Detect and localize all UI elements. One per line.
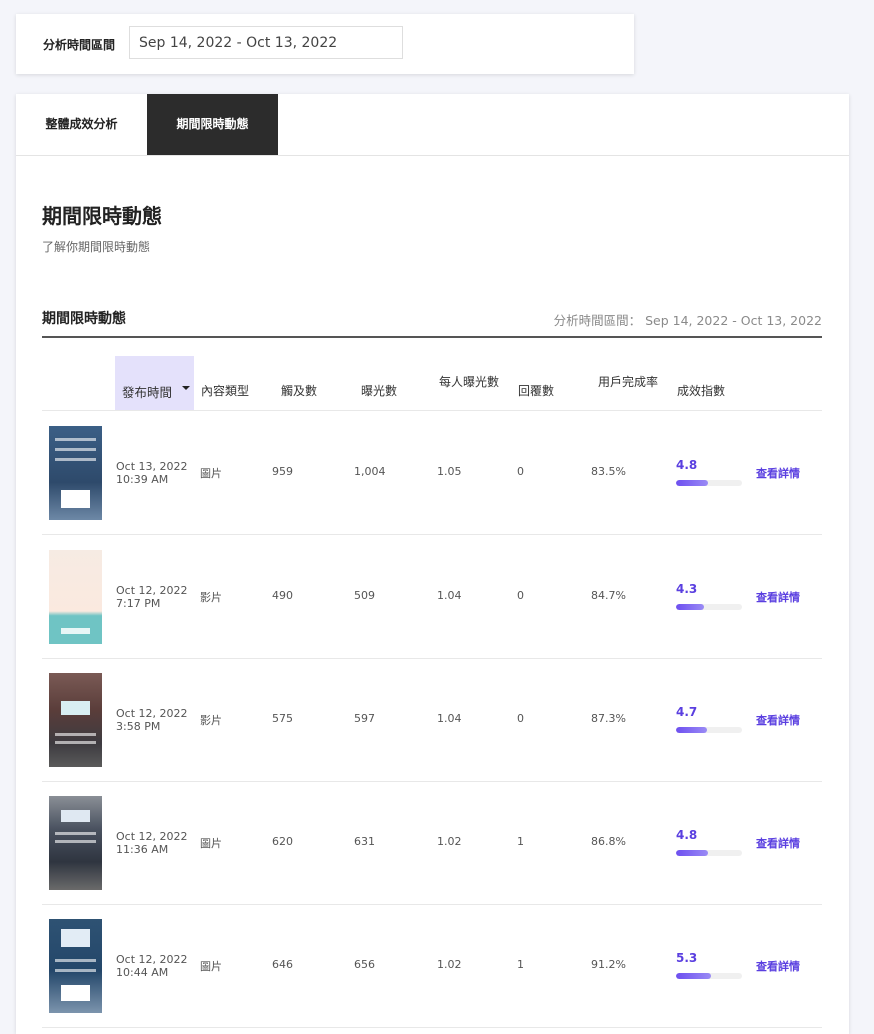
replies-value: 1 [517,835,524,848]
tab-overall-performance[interactable]: 整體成效分析 [16,94,147,155]
completion-value: 91.2% [591,958,626,971]
impressions-value: 631 [354,835,375,848]
per-person-value: 1.02 [437,835,462,848]
score-bar [676,850,742,856]
impressions-value: 1,004 [354,465,386,478]
story-thumbnail[interactable] [49,550,102,644]
impressions-value: 597 [354,712,375,725]
story-thumbnail[interactable] [49,919,102,1013]
score-value: 5.3 [676,951,698,965]
date-range-input[interactable]: Sep 14, 2022 - Oct 13, 2022 [129,26,403,59]
header-score: 成效指數 [677,384,726,398]
header-per-person: 每人曝光數 [439,375,500,389]
published-date: Oct 12, 2022 11:36 AM [116,830,188,856]
table-header: 發布時間 內容類型 觸及數 曝光數 每人曝光數 回覆數 用戶完成率 成效指數 [42,356,822,411]
score-value: 4.8 [676,458,698,472]
impressions-value: 656 [354,958,375,971]
tab-period-stories[interactable]: 期間限時動態 [147,94,278,155]
tab-bar: 整體成效分析 期間限時動態 [16,94,849,156]
content-type: 影片 [200,714,222,727]
view-details-link[interactable]: 查看詳情 [756,835,800,851]
reach-value: 620 [272,835,293,848]
header-completion: 用戶完成率 [598,375,659,389]
score-bar-fill [676,727,708,733]
completion-value: 86.8% [591,835,626,848]
completion-value: 83.5% [591,465,626,478]
content-type: 圖片 [200,837,222,850]
table-row: Oct 12, 2022 7:17 PM 影片 490 509 1.04 0 84… [42,535,822,659]
sort-header-published[interactable]: 發布時間 [115,356,194,410]
sort-caret-icon [182,386,190,390]
view-details-link[interactable]: 查看詳情 [756,958,800,974]
reach-value: 646 [272,958,293,971]
per-person-value: 1.04 [437,589,462,602]
table-row: Oct 12, 2022 10:44 AM 圖片 646 656 1.02 1 9… [42,904,822,1028]
table-row: Oct 12, 2022 11:36 AM 圖片 620 631 1.02 1 8… [42,781,822,905]
reach-value: 959 [272,465,293,478]
view-details-link[interactable]: 查看詳情 [756,465,800,481]
score-bar [676,973,742,979]
header-type: 內容類型 [201,384,250,398]
score-value: 4.7 [676,705,698,719]
score-bar-fill [676,604,705,610]
score-bar [676,604,742,610]
story-thumbnail[interactable] [49,673,102,767]
score-bar-fill [676,850,708,856]
header-reach: 觸及數 [281,384,318,398]
published-date: Oct 13, 2022 10:39 AM [116,460,188,486]
header-published-label: 發布時間 [122,385,173,400]
table-row: Oct 13, 2022 10:39 AM 圖片 959 1,004 1.05 0… [42,411,822,535]
content-type: 圖片 [200,467,222,480]
table-row: Oct 12, 2022 3:58 PM 影片 575 597 1.04 0 87… [42,658,822,782]
main-card: 整體成效分析 期間限時動態 期間限時動態 了解你期間限時動態 期間限時動態 分析… [16,94,849,1034]
published-date: Oct 12, 2022 10:44 AM [116,953,188,979]
per-person-value: 1.02 [437,958,462,971]
score-bar-fill [676,480,708,486]
per-person-value: 1.04 [437,712,462,725]
story-thumbnail[interactable] [49,796,102,890]
reach-value: 490 [272,589,293,602]
completion-value: 84.7% [591,589,626,602]
per-person-value: 1.05 [437,465,462,478]
reach-value: 575 [272,712,293,725]
view-details-link[interactable]: 查看詳情 [756,712,800,728]
score-value: 4.8 [676,828,698,842]
impressions-value: 509 [354,589,375,602]
section-title: 期間限時動態 [42,311,126,327]
replies-value: 0 [517,465,524,478]
score-bar-fill [676,973,711,979]
score-value: 4.3 [676,582,698,596]
view-details-link[interactable]: 查看詳情 [756,589,800,605]
page-subtitle: 了解你期間限時動態 [42,240,151,254]
published-date: Oct 12, 2022 7:17 PM [116,584,188,610]
date-filter-label: 分析時間區間 [43,38,116,52]
replies-value: 1 [517,958,524,971]
replies-value: 0 [517,589,524,602]
content-type: 影片 [200,591,222,604]
header-replies: 回覆數 [518,384,555,398]
story-thumbnail[interactable] [49,426,102,520]
replies-value: 0 [517,712,524,725]
score-bar [676,480,742,486]
published-date: Oct 12, 2022 3:58 PM [116,707,188,733]
date-filter-card: 分析時間區間 Sep 14, 2022 - Oct 13, 2022 [16,14,634,74]
completion-value: 87.3% [591,712,626,725]
score-bar [676,727,742,733]
section-divider [42,336,822,338]
header-impressions: 曝光數 [361,384,398,398]
content-type: 圖片 [200,960,222,973]
section-date-range: 分析時間區間： Sep 14, 2022 - Oct 13, 2022 [553,313,822,328]
page-title: 期間限時動態 [42,204,162,228]
